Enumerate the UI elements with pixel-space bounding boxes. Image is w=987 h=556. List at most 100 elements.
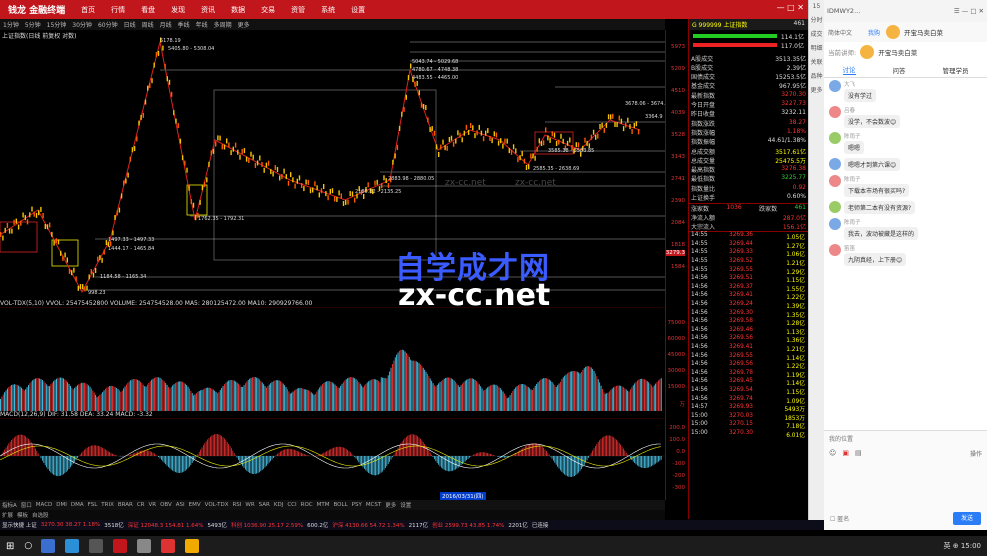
extension-tab[interactable]: 自选股 bbox=[30, 511, 51, 519]
indicator-tab[interactable]: RSI bbox=[230, 502, 243, 508]
indicator-tab[interactable]: CCI bbox=[285, 502, 298, 508]
action-button[interactable]: 操作 bbox=[970, 449, 982, 458]
toolstrip-item[interactable]: 15 bbox=[809, 0, 824, 14]
indicator-tab[interactable]: VR bbox=[146, 502, 158, 508]
indicator-tab[interactable]: BRAR bbox=[116, 502, 135, 508]
candle bbox=[442, 139, 444, 145]
menu-settings[interactable]: 设置 bbox=[343, 5, 373, 15]
toolstrip-item[interactable]: 关联 bbox=[809, 56, 824, 70]
app-icon[interactable] bbox=[137, 539, 152, 553]
tf-multi[interactable]: 多周期 bbox=[211, 20, 235, 29]
indicator-tab[interactable]: ROC bbox=[299, 502, 315, 508]
tf-30m[interactable]: 30分钟 bbox=[69, 20, 95, 29]
task-view-icon[interactable] bbox=[41, 539, 56, 553]
search-icon[interactable]: ○ bbox=[24, 541, 32, 551]
stock-app-icon[interactable] bbox=[113, 539, 128, 553]
indicator-tab[interactable]: EMV bbox=[187, 502, 203, 508]
indicator-tab[interactable]: MACD bbox=[34, 502, 55, 508]
toolstrip-item[interactable]: 成交 bbox=[809, 28, 824, 42]
volume-bar bbox=[576, 371, 578, 411]
toolstrip-item[interactable]: 分时 bbox=[809, 14, 824, 28]
tick-row: 14:56 3269.45 1.14亿 bbox=[689, 378, 808, 387]
tick-volume: 1.22亿 bbox=[786, 364, 805, 371]
indicator-tab[interactable]: MTM bbox=[315, 502, 332, 508]
kline-chart[interactable]: 5178.195405.80 - 5308.045043.74 - 5029.6… bbox=[0, 30, 665, 300]
tf-year[interactable]: 年线 bbox=[193, 20, 211, 29]
tf-5m[interactable]: 5分钟 bbox=[22, 20, 44, 29]
system-tray[interactable]: 英 ⊕ 15:00 bbox=[944, 541, 982, 551]
indicator-tab[interactable]: BOLL bbox=[332, 502, 350, 508]
toolstrip-item[interactable]: 品种 bbox=[809, 70, 824, 84]
macd-bar bbox=[96, 445, 98, 456]
video-app-icon[interactable] bbox=[161, 539, 176, 553]
language-select[interactable]: 简体中文 bbox=[828, 28, 852, 37]
tf-month[interactable]: 月线 bbox=[157, 20, 175, 29]
tf-1m[interactable]: 1分钟 bbox=[0, 20, 22, 29]
indicator-tab[interactable]: DMA bbox=[69, 502, 86, 508]
explorer-icon[interactable] bbox=[89, 539, 104, 553]
start-icon[interactable]: ⊞ bbox=[6, 541, 14, 552]
volume-bar bbox=[495, 385, 497, 411]
tf-more[interactable]: 更多 bbox=[235, 20, 253, 29]
tf-day[interactable]: 日线 bbox=[121, 20, 139, 29]
menu-system[interactable]: 系统 bbox=[313, 5, 343, 15]
chat-input-area[interactable]: 我的位置 ☺ ▣ ▤ 操作 ☐ 匿名 发送 bbox=[824, 430, 987, 530]
candle bbox=[338, 190, 340, 196]
macd-bar bbox=[364, 456, 365, 469]
menu-watch[interactable]: 看盘 bbox=[133, 5, 163, 15]
tab-manage-students[interactable]: 管理学员 bbox=[943, 65, 969, 75]
toolstrip-item[interactable]: 明细 bbox=[809, 42, 824, 56]
indicator-tab[interactable]: TRIX bbox=[99, 502, 116, 508]
indicator-tab[interactable]: 窗口 bbox=[19, 501, 34, 509]
tab-discussion[interactable]: 讨论 bbox=[842, 64, 856, 75]
menu-news[interactable]: 资讯 bbox=[193, 5, 223, 15]
volume-bar bbox=[198, 391, 200, 411]
chrome-icon[interactable] bbox=[185, 539, 200, 553]
emoji-icon[interactable]: ☺ bbox=[829, 449, 836, 457]
indicator-tab[interactable]: 更多 bbox=[383, 501, 398, 509]
indicator-tab[interactable]: DMI bbox=[54, 502, 69, 508]
indicator-tab[interactable]: PSY bbox=[350, 502, 364, 508]
indicator-tab[interactable]: KDJ bbox=[272, 502, 285, 508]
indicator-tab[interactable]: FSL bbox=[86, 502, 100, 508]
indicator-tab[interactable]: CR bbox=[135, 502, 147, 508]
tf-week[interactable]: 周线 bbox=[139, 20, 157, 29]
extension-tab[interactable]: 扩展 bbox=[0, 511, 15, 519]
macd-bar bbox=[175, 456, 176, 473]
indicator-tab[interactable]: 指标A bbox=[0, 501, 19, 509]
indicator-tab[interactable]: ASI bbox=[174, 502, 187, 508]
candle bbox=[168, 79, 171, 85]
indicator-tab[interactable]: 设置 bbox=[398, 501, 413, 509]
folder-icon[interactable]: ▤ bbox=[855, 449, 862, 457]
gift-icon[interactable]: ▣ bbox=[842, 449, 849, 457]
window-controls[interactable]: — □ ✕ bbox=[777, 3, 804, 12]
macd-bar bbox=[49, 456, 50, 471]
indicator-tab[interactable]: OBV bbox=[158, 502, 174, 508]
edge-icon[interactable] bbox=[65, 539, 80, 553]
chat-window-controls[interactable]: ☰ — □ ✕ bbox=[954, 7, 984, 15]
macd-bar bbox=[614, 438, 616, 456]
menu-quotes[interactable]: 行情 bbox=[103, 5, 133, 15]
indicator-tab[interactable]: SAR bbox=[257, 502, 272, 508]
tf-quarter[interactable]: 季线 bbox=[175, 20, 193, 29]
volume-bar bbox=[627, 390, 629, 411]
tf-60m[interactable]: 60分钟 bbox=[95, 20, 121, 29]
menu-discover[interactable]: 发现 bbox=[163, 5, 193, 15]
toolstrip-item[interactable]: 更多 bbox=[809, 84, 824, 98]
extension-tab[interactable]: 模板 bbox=[15, 511, 30, 519]
indicator-tab[interactable]: MCST bbox=[364, 502, 383, 508]
volume-chart[interactable] bbox=[0, 307, 665, 411]
anonymous-checkbox[interactable]: ☐ 匿名 bbox=[830, 514, 849, 523]
macd-chart[interactable] bbox=[0, 418, 665, 496]
tab-qa[interactable]: 问答 bbox=[893, 65, 906, 75]
tf-15m[interactable]: 15分钟 bbox=[44, 20, 70, 29]
share-button[interactable]: 我购 bbox=[868, 28, 880, 37]
send-button[interactable]: 发送 bbox=[953, 512, 981, 525]
menu-home[interactable]: 首页 bbox=[73, 5, 103, 15]
indicator-tab[interactable]: VOL-TDX bbox=[203, 502, 231, 508]
menu-trade[interactable]: 交易 bbox=[253, 5, 283, 15]
menu-data[interactable]: 数据 bbox=[223, 5, 253, 15]
menu-asset[interactable]: 资管 bbox=[283, 5, 313, 15]
tick-list[interactable]: 14:55 3269.36 1.05亿 14:55 3269.44 1.27亿 14:55 3… bbox=[689, 231, 808, 439]
indicator-tab[interactable]: WR bbox=[243, 502, 256, 508]
